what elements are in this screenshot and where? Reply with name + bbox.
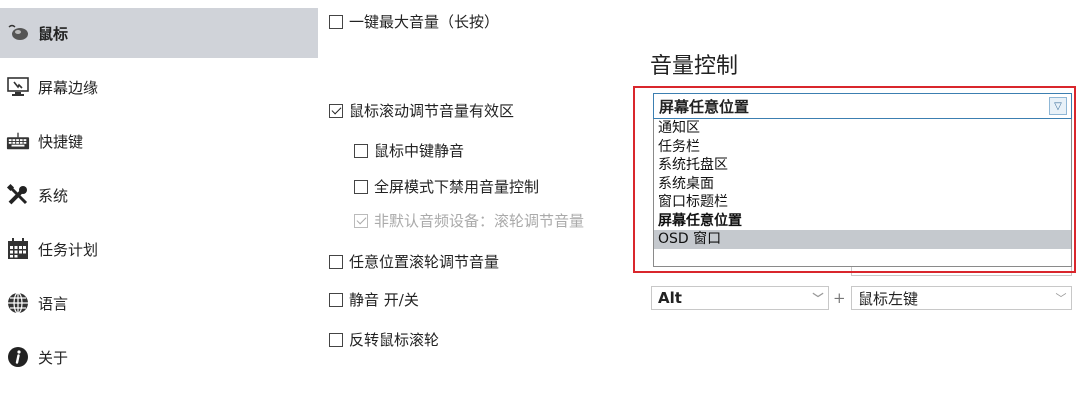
anywhere-scroll-option[interactable]: 任意位置滚轮调节音量 — [329, 251, 499, 272]
chevron-down-icon: ﹀ — [812, 292, 824, 305]
scroll-zone-checkbox[interactable] — [329, 103, 343, 118]
max-volume-label: 一键最大音量（长按） — [349, 13, 500, 31]
sidebar-item-task-schedule[interactable]: 任务计划 — [0, 224, 318, 274]
plus-sign: + — [833, 289, 846, 307]
sidebar-item-mouse[interactable]: 鼠标 — [0, 8, 318, 58]
volume-control-title: 音量控制 — [650, 54, 739, 79]
calendar-icon — [6, 237, 30, 261]
sidebar-item-screen-edge[interactable]: 屏幕边缘 — [0, 62, 318, 112]
sidebar-item-hotkeys[interactable]: 快捷键 — [0, 116, 318, 166]
mute-toggle-option[interactable]: 静音 开/关 — [329, 289, 419, 310]
dropdown-option-notification-area[interactable]: 通知区 — [654, 119, 1071, 138]
fullscreen-disable-option[interactable]: 全屏模式下禁用音量控制 — [354, 176, 539, 197]
monitor-icon — [6, 75, 30, 99]
tools-icon — [6, 183, 30, 207]
anywhere-scroll-label: 任意位置滚轮调节音量 — [349, 253, 500, 271]
mute-toggle-checkbox[interactable] — [329, 292, 343, 307]
sidebar-item-label: 快捷键 — [38, 132, 84, 151]
mouse-icon — [6, 21, 30, 45]
dropdown-option-taskbar[interactable]: 任务栏 — [654, 138, 1071, 157]
mute-button-select[interactable]: 鼠标左键 ﹀ — [851, 286, 1072, 310]
middle-mute-checkbox[interactable] — [354, 143, 368, 158]
scroll-zone-select[interactable]: 屏幕任意位置 ▽ — [653, 93, 1072, 119]
sidebar-item-about[interactable]: 关于 — [0, 332, 318, 382]
chevron-down-icon[interactable]: ▽ — [1049, 97, 1067, 115]
sidebar-item-label: 系统 — [38, 186, 69, 205]
fullscreen-disable-label: 全屏模式下禁用音量控制 — [374, 178, 540, 196]
sidebar: 鼠标 屏幕边缘 快捷键 系统 任务计划 语言 关于 — [0, 0, 318, 406]
sidebar-item-label: 屏幕边缘 — [38, 78, 99, 97]
sidebar-item-system[interactable]: 系统 — [0, 170, 318, 220]
reverse-scroll-label: 反转鼠标滚轮 — [349, 331, 440, 349]
scroll-zone-label: 鼠标滚动调节音量有效区 — [349, 102, 515, 120]
mute-toggle-label: 静音 开/关 — [349, 291, 419, 309]
info-icon — [6, 345, 30, 369]
max-volume-checkbox[interactable] — [329, 14, 343, 29]
dropdown-option-anywhere[interactable]: 屏幕任意位置 — [654, 212, 1071, 231]
reverse-scroll-option[interactable]: 反转鼠标滚轮 — [329, 329, 439, 350]
dropdown-option-system-tray[interactable]: 系统托盘区 — [654, 156, 1071, 175]
mute-modifier-select[interactable]: Alt ﹀ — [651, 286, 829, 310]
chevron-down-icon: ﹀ — [1055, 292, 1067, 305]
sidebar-item-language[interactable]: 语言 — [0, 278, 318, 328]
middle-mute-label: 鼠标中键静音 — [374, 142, 465, 160]
sidebar-item-label: 关于 — [38, 348, 69, 367]
sidebar-item-label: 任务计划 — [38, 240, 99, 259]
anywhere-scroll-checkbox[interactable] — [329, 254, 343, 269]
scroll-zone-dropdown-list: 通知区 任务栏 系统托盘区 系统桌面 窗口标题栏 屏幕任意位置 OSD 窗口 — [653, 119, 1072, 267]
max-volume-option[interactable]: 一键最大音量（长按） — [329, 11, 499, 32]
non-default-device-checkbox — [354, 213, 368, 228]
sidebar-item-label: 语言 — [38, 294, 69, 313]
dropdown-option-desktop[interactable]: 系统桌面 — [654, 175, 1071, 194]
dropdown-option-osd-window[interactable]: OSD 窗口 — [654, 230, 1071, 249]
middle-mute-option[interactable]: 鼠标中键静音 — [354, 140, 464, 161]
reverse-scroll-checkbox[interactable] — [329, 332, 343, 347]
sidebar-item-label: 鼠标 — [38, 24, 69, 43]
globe-icon — [6, 291, 30, 315]
keyboard-icon — [6, 129, 30, 153]
scroll-zone-option[interactable]: 鼠标滚动调节音量有效区 — [329, 100, 514, 121]
fullscreen-disable-checkbox[interactable] — [354, 179, 368, 194]
dropdown-option-title-bar[interactable]: 窗口标题栏 — [654, 193, 1071, 212]
non-default-device-option: 非默认音频设备：滚轮调节音量 — [354, 210, 584, 231]
non-default-device-label: 非默认音频设备：滚轮调节音量 — [374, 212, 585, 230]
